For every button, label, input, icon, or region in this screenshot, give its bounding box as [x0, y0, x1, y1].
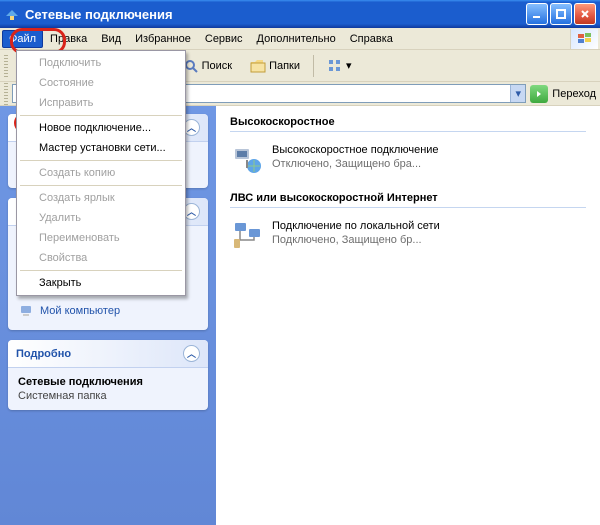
details-name: Сетевые подключения	[18, 376, 198, 388]
menu-advanced[interactable]: Дополнительно	[250, 30, 343, 48]
windows-flag-icon	[570, 29, 598, 49]
menu-item-create-copy[interactable]: Создать копию	[19, 163, 183, 183]
window-titlebar: Сетевые подключения	[0, 0, 600, 28]
connection-status: Подключено, Защищено бр...	[272, 234, 440, 246]
broadband-connection-icon	[232, 144, 264, 176]
close-button[interactable]	[574, 3, 596, 25]
panel-title: Подробно	[16, 348, 71, 360]
menu-divider	[20, 115, 182, 116]
details-type: Системная папка	[18, 390, 198, 402]
toolbar-separator	[313, 55, 314, 77]
link-my-computer[interactable]: Мой компьютер	[18, 300, 198, 322]
maximize-button[interactable]	[550, 3, 572, 25]
menu-item-create-shortcut[interactable]: Создать ярлык	[19, 188, 183, 208]
connection-name: Подключение по локальной сети	[272, 220, 440, 232]
search-label: Поиск	[202, 60, 232, 72]
menu-item-status[interactable]: Состояние	[19, 73, 183, 93]
menubar: Файл Правка Вид Избранное Сервис Дополни…	[0, 28, 600, 50]
group-lan: ЛВС или высокоскоростной Интернет	[230, 192, 586, 208]
window-icon	[4, 6, 20, 22]
menu-divider	[20, 160, 182, 161]
toolbar-grip	[4, 55, 8, 77]
views-button[interactable]: ▾	[321, 55, 358, 77]
go-button[interactable]	[530, 85, 548, 103]
menu-item-delete[interactable]: Удалить	[19, 208, 183, 228]
connection-item-highspeed[interactable]: Высокоскоростное подключение Отключено, …	[230, 140, 586, 180]
menu-tools[interactable]: Сервис	[198, 30, 250, 48]
menu-item-rename[interactable]: Переименовать	[19, 228, 183, 248]
menu-item-connect[interactable]: Подключить	[19, 53, 183, 73]
panel-header[interactable]: Подробно ︿	[8, 340, 208, 368]
menu-item-network-wizard[interactable]: Мастер установки сети...	[19, 138, 183, 158]
group-highspeed: Высокоскоростное	[230, 116, 586, 132]
connection-status: Отключено, Защищено бра...	[272, 158, 439, 170]
lan-connection-icon	[232, 220, 264, 252]
address-dropdown-icon[interactable]: ▾	[510, 85, 525, 102]
folders-button[interactable]: Папки	[244, 55, 306, 77]
menu-divider	[20, 270, 182, 271]
menu-item-close[interactable]: Закрыть	[19, 273, 183, 293]
menu-edit[interactable]: Правка	[43, 30, 94, 48]
menu-help[interactable]: Справка	[343, 30, 400, 48]
menu-divider	[20, 185, 182, 186]
window-title: Сетевые подключения	[25, 7, 524, 22]
file-menu-dropdown: Подключить Состояние Исправить Новое под…	[16, 50, 186, 296]
menu-item-new-connection[interactable]: Новое подключение...	[19, 118, 183, 138]
addressbar-grip	[4, 83, 8, 105]
minimize-button[interactable]	[526, 3, 548, 25]
menu-favorites[interactable]: Избранное	[128, 30, 198, 48]
menu-view[interactable]: Вид	[94, 30, 128, 48]
link-label: Мой компьютер	[40, 305, 120, 317]
menu-item-repair[interactable]: Исправить	[19, 93, 183, 113]
main-content: Высокоскоростное Высокоскоростное подклю…	[216, 106, 600, 525]
chevron-down-icon: ▾	[346, 59, 352, 72]
folders-label: Папки	[269, 60, 300, 72]
menu-file[interactable]: Файл	[2, 30, 43, 48]
connection-item-lan[interactable]: Подключение по локальной сети Подключено…	[230, 216, 586, 256]
menu-item-properties[interactable]: Свойства	[19, 248, 183, 268]
connection-name: Высокоскоростное подключение	[272, 144, 439, 156]
panel-details: Подробно ︿ Сетевые подключения Системная…	[8, 340, 208, 410]
go-label: Переход	[552, 88, 596, 100]
chevron-up-icon[interactable]: ︿	[183, 345, 200, 362]
